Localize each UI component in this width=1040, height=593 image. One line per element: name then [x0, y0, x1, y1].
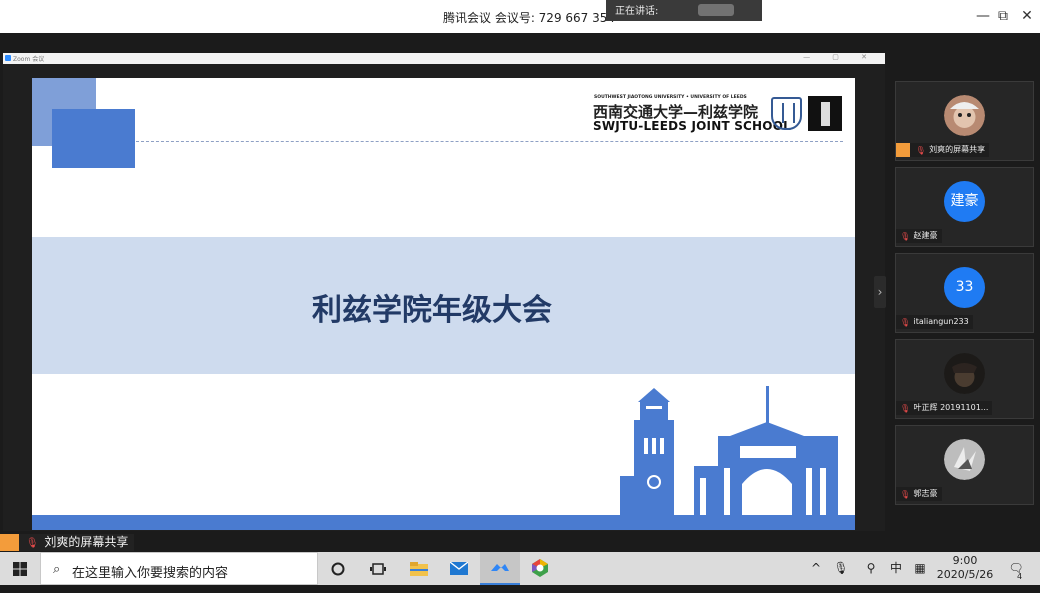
notification-count: 4: [1017, 572, 1023, 581]
windows-taskbar: ⌕ 在这里输入你要搜索的内容 ^ 🎙 ⚲ 中 ▦ 9:00 2020/5/26 …: [0, 552, 1040, 585]
slide-title: 利兹学院年级大会: [312, 293, 552, 328]
clock-time: 9:00: [952, 554, 978, 567]
header-dashed-rule: [136, 141, 843, 142]
leeds-logo-icon: [808, 96, 842, 131]
mail-button[interactable]: [439, 552, 479, 585]
shared-window-title: Zoom 会议: [13, 56, 45, 63]
university-english-name: SWJTU-LEEDS JOINT SCHOOL: [593, 119, 791, 133]
participant-avatar: 建豪: [944, 181, 985, 222]
screen-share-icon: [0, 534, 19, 551]
mic-muted-icon: 🎙: [900, 318, 911, 327]
ime-indicator[interactable]: 中: [886, 552, 906, 585]
participant-name: 郭志豪: [913, 489, 938, 498]
participant-tile[interactable]: 建豪 🎙 赵建豪: [895, 167, 1034, 247]
app-button[interactable]: [520, 552, 560, 585]
presentation-slide: SOUTHWEST JIAOTONG UNIVERSITY • UNIVERSI…: [32, 78, 855, 530]
ime-grid-icon[interactable]: ▦: [910, 552, 930, 585]
tencent-meeting-button[interactable]: [480, 552, 520, 585]
slide-bottom-bar: [32, 515, 855, 530]
windows-logo-icon: [13, 562, 27, 576]
task-view-button[interactable]: [358, 552, 398, 585]
participant-tile[interactable]: 🎙 刘爽的屏幕共享: [895, 81, 1034, 161]
clock-date: 2020/5/26: [936, 568, 994, 581]
mic-muted-icon: 🎙: [915, 146, 926, 155]
swjtu-crest-icon: [771, 97, 802, 130]
participant-name: 赵建豪: [913, 231, 938, 240]
mic-muted-icon: 🎙: [25, 538, 39, 549]
shared-window-controls: — ▢ ✕: [803, 53, 877, 61]
participant-name: 刘爽的屏幕共享: [929, 145, 986, 154]
screen-share-owner-name: 刘爽的屏幕共享: [44, 535, 129, 549]
university-english-small: SOUTHWEST JIAOTONG UNIVERSITY • UNIVERSI…: [594, 95, 747, 100]
mic-muted-icon: 🎙: [900, 404, 911, 413]
sidebar-expand-button[interactable]: ›: [874, 276, 886, 308]
participant-tile[interactable]: 33 🎙 italiangun233: [895, 253, 1034, 333]
decor-square-dark: [52, 109, 135, 168]
restore-button[interactable]: ⧉: [993, 7, 1013, 25]
participant-name: italiangun233: [913, 317, 969, 326]
zoom-logo-icon: [5, 55, 11, 61]
participant-avatar: 33: [944, 267, 985, 308]
file-explorer-button[interactable]: [399, 552, 439, 585]
participant-name: 叶正辉 20191101...: [913, 403, 989, 412]
mic-muted-icon: 🎙: [900, 490, 911, 499]
close-button[interactable]: ✕: [1017, 7, 1037, 25]
search-placeholder: 在这里输入你要搜索的内容: [72, 566, 229, 581]
shared-window-chrome: Zoom 会议 — ▢ ✕: [3, 53, 885, 64]
participant-name-label: 🎙 郭志豪: [896, 487, 942, 501]
mic-muted-icon: 🎙: [900, 232, 911, 241]
participant-avatar: [944, 353, 985, 394]
tray-overflow-chevron-icon[interactable]: ^: [806, 552, 826, 585]
action-center-button[interactable]: 🗨 4: [1002, 552, 1030, 585]
colorful-app-icon: [532, 559, 548, 577]
search-icon: ⌕: [53, 562, 61, 577]
participant-name-label: 🎙 italiangun233: [896, 315, 973, 329]
participant-name-label: 🎙 叶正辉 20191101...: [896, 401, 993, 415]
folder-icon: [410, 562, 428, 576]
screen-share-owner-label: 🎙 刘爽的屏幕共享: [0, 534, 135, 551]
participant-name-label: 🎙 刘爽的屏幕共享: [896, 143, 990, 157]
participant-avatar: [944, 95, 985, 136]
tencent-meeting-icon: [491, 564, 509, 571]
speaking-label: 正在讲话:: [615, 6, 659, 17]
cortana-button[interactable]: [318, 552, 358, 585]
participant-name-label: 🎙 赵建豪: [896, 229, 942, 243]
microphone-icon[interactable]: 🎙: [832, 552, 850, 585]
speaking-indicator: 正在讲话:: [606, 0, 762, 21]
campus-gate-illustration: [620, 386, 838, 518]
participant-tile[interactable]: 🎙 叶正辉 20191101...: [895, 339, 1034, 419]
screen-share-icon: [896, 143, 910, 157]
network-icon[interactable]: ⚲: [860, 552, 882, 585]
taskbar-search-box[interactable]: ⌕ 在这里输入你要搜索的内容: [40, 552, 318, 585]
cortana-circle-icon: [331, 562, 345, 576]
mail-icon: [449, 561, 469, 575]
speaker-name-blur: [698, 4, 734, 16]
app-titlebar: 腾讯会议 会议号: 729 667 354 正在讲话: — ⧉ ✕: [0, 0, 1040, 33]
meeting-info: 腾讯会议 会议号: 729 667 354: [443, 11, 616, 25]
task-view-icon: [370, 563, 386, 575]
minimize-button[interactable]: —: [973, 7, 993, 25]
participant-tile[interactable]: 🎙 郭志豪: [895, 425, 1034, 505]
start-button[interactable]: [0, 552, 40, 585]
participant-avatar: [944, 439, 985, 480]
taskbar-clock[interactable]: 9:00 2020/5/26: [932, 554, 998, 582]
